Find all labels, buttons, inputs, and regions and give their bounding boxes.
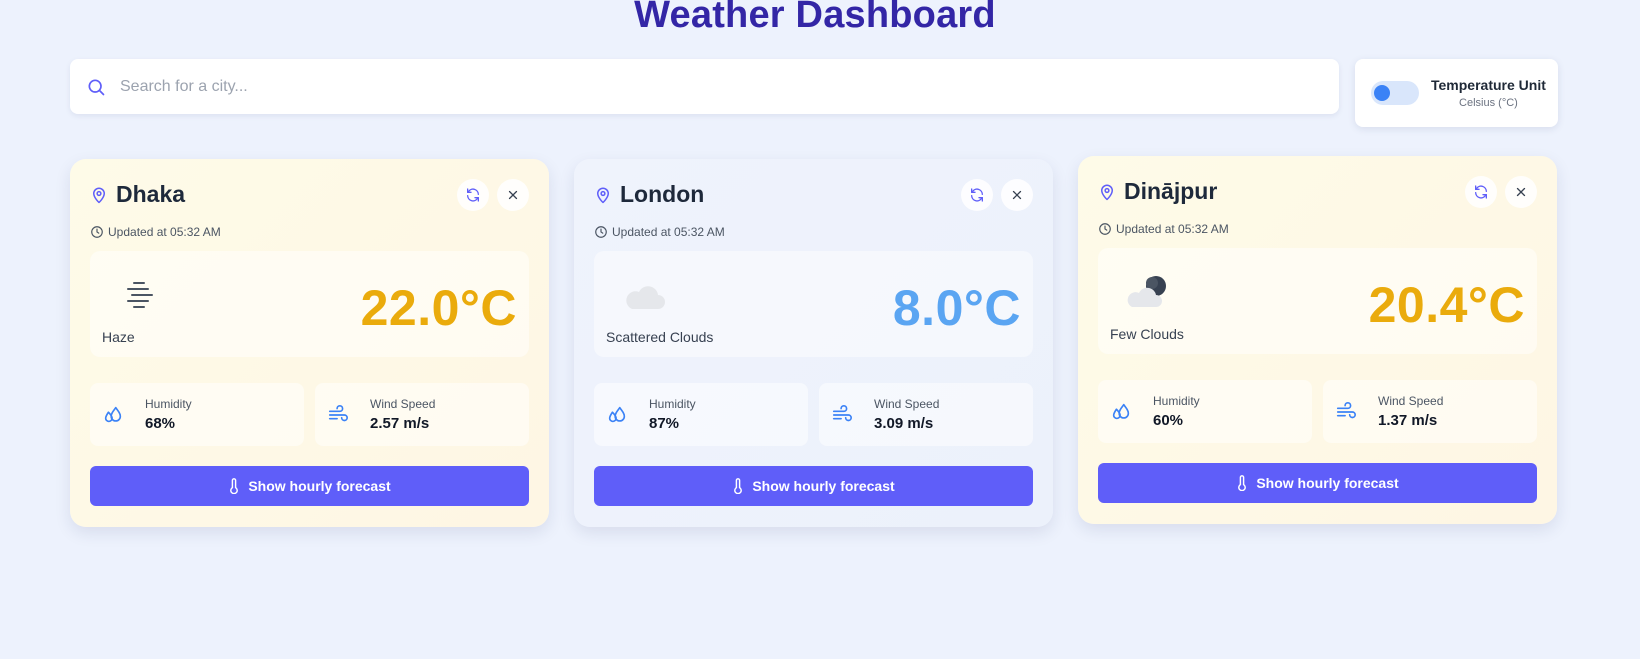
page-title: Weather Dashboard [634, 0, 996, 36]
toggle-knob [1374, 85, 1390, 101]
wind-speed-stat: Wind Speed 1.37 m/s [1323, 380, 1537, 443]
weather-condition: Scattered Clouds [606, 329, 714, 345]
city-name: Dinājpur [1124, 178, 1218, 204]
haze-icon [114, 275, 166, 315]
refresh-icon [465, 187, 481, 203]
wind-speed-value: 3.09 m/s [874, 415, 934, 432]
wind-speed-value: 2.57 m/s [370, 415, 430, 432]
weather-card-dhaka: Dhaka Updated at 05:32 AM Haze 22.0°C Hu… [70, 159, 549, 527]
weather-card-dinajpur: Dinājpur Updated at 05:32 AM Few Clouds … [1078, 156, 1557, 524]
show-hourly-forecast-button[interactable]: Show hourly forecast [1098, 463, 1537, 503]
temperature-unit-panel: Temperature Unit Celsius (°C) [1355, 59, 1558, 127]
search-input[interactable] [120, 77, 1339, 96]
close-icon [1514, 185, 1528, 199]
forecast-button-label: Show hourly forecast [248, 478, 391, 494]
weather-card-london: London Updated at 05:32 AM Scattered Clo… [574, 159, 1053, 527]
forecast-button-label: Show hourly forecast [752, 478, 895, 494]
wind-icon [1335, 401, 1357, 423]
humidity-stat: Humidity 68% [90, 383, 304, 446]
updated-time: Updated at 05:32 AM [1116, 222, 1229, 236]
show-hourly-forecast-button[interactable]: Show hourly forecast [90, 466, 529, 506]
location-pin-icon [1098, 182, 1116, 202]
humidity-label: Humidity [649, 397, 696, 411]
location-pin-icon [90, 185, 108, 205]
location-pin-icon [594, 185, 612, 205]
current-weather-panel: Scattered Clouds 8.0°C [594, 251, 1033, 357]
remove-city-button[interactable] [1001, 179, 1033, 211]
thermometer-icon [732, 478, 744, 494]
refresh-button[interactable] [457, 179, 489, 211]
temperature-value: 20.4°C [1368, 277, 1525, 333]
updated-time: Updated at 05:32 AM [612, 225, 725, 239]
remove-city-button[interactable] [1505, 176, 1537, 208]
humidity-stat: Humidity 87% [594, 383, 808, 446]
refresh-button[interactable] [961, 179, 993, 211]
weather-condition: Haze [102, 329, 135, 345]
temperature-unit-label: Temperature Unit [1431, 77, 1546, 93]
city-name: London [620, 181, 705, 207]
temperature-unit-value: Celsius (°C) [1459, 97, 1518, 109]
humidity-value: 87% [649, 415, 680, 432]
clock-icon [1098, 222, 1112, 236]
forecast-button-label: Show hourly forecast [1256, 475, 1399, 491]
updated-time: Updated at 05:32 AM [108, 225, 221, 239]
close-icon [1010, 188, 1024, 202]
wind-speed-label: Wind Speed [1378, 394, 1444, 408]
humidity-stat: Humidity 60% [1098, 380, 1312, 443]
thermometer-icon [1236, 475, 1248, 491]
humidity-icon [1110, 401, 1132, 423]
wind-speed-label: Wind Speed [370, 397, 436, 411]
city-name: Dhaka [116, 181, 186, 207]
show-hourly-forecast-button[interactable]: Show hourly forecast [594, 466, 1033, 506]
current-weather-panel: Haze 22.0°C [90, 251, 529, 357]
clock-icon [90, 225, 104, 239]
remove-city-button[interactable] [497, 179, 529, 211]
temperature-unit-toggle[interactable] [1371, 81, 1419, 105]
weather-condition: Few Clouds [1110, 326, 1184, 342]
close-icon [506, 188, 520, 202]
refresh-icon [969, 187, 985, 203]
refresh-button[interactable] [1465, 176, 1497, 208]
humidity-label: Humidity [145, 397, 192, 411]
search-bar [70, 59, 1339, 114]
wind-icon [831, 404, 853, 426]
wind-speed-stat: Wind Speed 2.57 m/s [315, 383, 529, 446]
refresh-icon [1473, 184, 1489, 200]
current-weather-panel: Few Clouds 20.4°C [1098, 248, 1537, 354]
humidity-value: 68% [145, 415, 176, 432]
wind-speed-value: 1.37 m/s [1378, 412, 1438, 429]
humidity-icon [102, 404, 124, 426]
wind-icon [327, 404, 349, 426]
wind-speed-label: Wind Speed [874, 397, 940, 411]
humidity-value: 60% [1153, 412, 1184, 429]
clock-icon [594, 225, 608, 239]
thermometer-icon [228, 478, 240, 494]
humidity-icon [606, 404, 628, 426]
cloud-icon [618, 275, 670, 315]
temperature-value: 8.0°C [892, 280, 1021, 336]
temperature-value: 22.0°C [360, 280, 517, 336]
humidity-label: Humidity [1153, 394, 1200, 408]
moon-cloud-icon [1122, 272, 1174, 312]
wind-speed-stat: Wind Speed 3.09 m/s [819, 383, 1033, 446]
search-icon [86, 77, 106, 97]
